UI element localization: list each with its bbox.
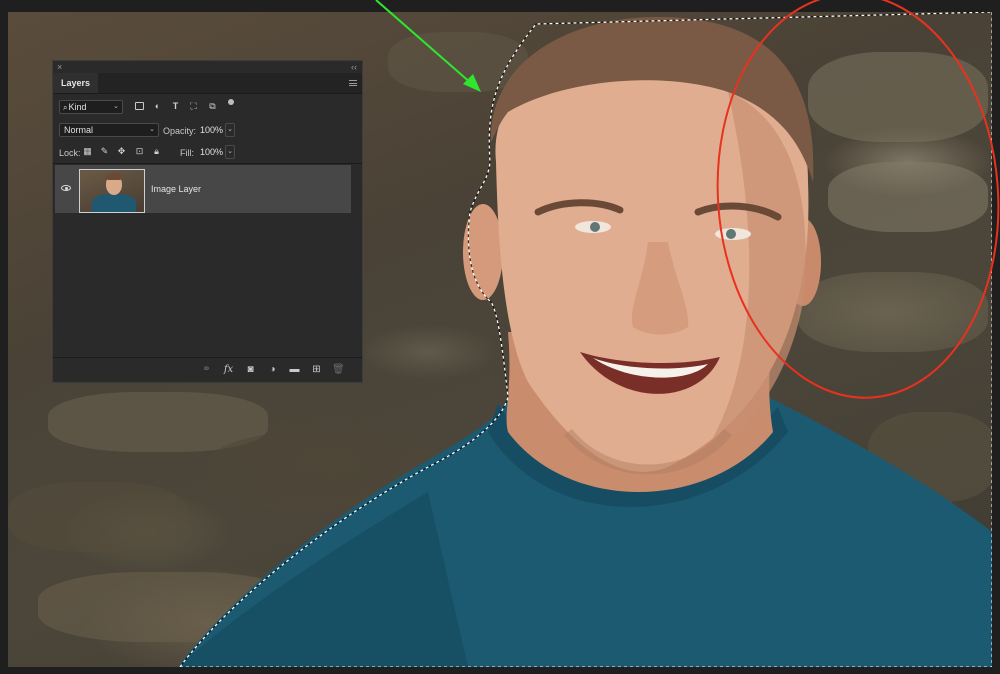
fx-icon[interactable]: fx [223, 364, 234, 375]
search-icon: ⌕ [63, 103, 68, 112]
link-icon[interactable]: ⚭ [201, 364, 212, 375]
filter-kind-dropdown[interactable]: ⌕Kind ⌄ [59, 100, 123, 114]
smart-object-filter-icon[interactable]: ⧉ [208, 102, 217, 111]
lock-label: Lock: [59, 148, 81, 158]
panel-tabbar: Layers [53, 73, 362, 94]
layer-thumbnail [79, 169, 145, 213]
blend-mode-value: Normal [64, 125, 94, 135]
green-arrow-annotation [375, 0, 473, 85]
eye-visibility-icon[interactable] [61, 185, 71, 191]
pixel-filter-icon[interactable] [135, 102, 144, 111]
panel-menu-icon[interactable] [349, 80, 357, 86]
new-layer-icon[interactable]: ⊞ [311, 364, 322, 375]
tab-layers[interactable]: Layers [53, 73, 99, 93]
filter-kind-label: Kind [68, 102, 87, 112]
close-panel-icon[interactable]: × [57, 61, 62, 73]
blend-mode-dropdown[interactable]: Normal ⌄ [59, 123, 159, 137]
lock-all-icon[interactable]: 🔒︎ [152, 147, 161, 156]
opacity-input[interactable]: 100% [197, 123, 223, 137]
blend-row: Normal ⌄ Opacity: 100% ⌄ [53, 119, 362, 141]
fill-dropdown[interactable]: ⌄ [225, 145, 235, 159]
adjustment-icon[interactable]: ◑ [267, 364, 278, 375]
opacity-label: Opacity: [163, 126, 197, 136]
panel-bottom-toolbar: ⚭ fx ◙ ◑ ▬ ⊞ 🗑︎ [53, 357, 362, 382]
chevron-down-icon: ⌄ [113, 103, 119, 110]
layers-panel: × ‹‹ Layers ⌕Kind ⌄ ◐ T ⛶ ⧉ Normal ⌄ Opa… [52, 60, 363, 383]
lock-transparent-icon[interactable]: ▦ [83, 147, 92, 156]
mask-icon[interactable]: ◙ [245, 364, 256, 375]
fill-label: Fill: [180, 148, 194, 158]
lock-brush-icon[interactable]: ✎ [100, 147, 109, 156]
green-arrow-head [463, 74, 481, 92]
shape-filter-icon[interactable]: ⛶ [189, 102, 198, 111]
chevron-down-icon: ⌄ [149, 126, 155, 133]
adjustment-filter-icon[interactable]: ◐ [153, 102, 162, 111]
layer-name[interactable]: Image Layer [151, 184, 201, 194]
filter-toggle-icon[interactable] [228, 99, 234, 105]
lock-row: Lock: ▦ ✎ ✥ ⊡ 🔒︎ Fill: 100% ⌄ [53, 141, 362, 164]
lock-artboard-icon[interactable]: ⊡ [135, 147, 144, 156]
group-folder-icon[interactable]: ▬ [289, 364, 300, 375]
panel-header: × ‹‹ [53, 61, 362, 73]
lock-move-icon[interactable]: ✥ [117, 147, 126, 156]
trash-icon[interactable]: 🗑︎ [332, 364, 345, 375]
opacity-dropdown[interactable]: ⌄ [225, 123, 235, 137]
collapse-panel-icon[interactable]: ‹‹ [351, 61, 357, 73]
layer-filter-row: ⌕Kind ⌄ ◐ T ⛶ ⧉ [53, 96, 362, 118]
red-circle-annotation [716, 0, 1000, 399]
fill-input[interactable]: 100% [197, 145, 223, 159]
type-filter-icon[interactable]: T [171, 102, 180, 111]
layer-row[interactable]: Image Layer [55, 165, 351, 213]
